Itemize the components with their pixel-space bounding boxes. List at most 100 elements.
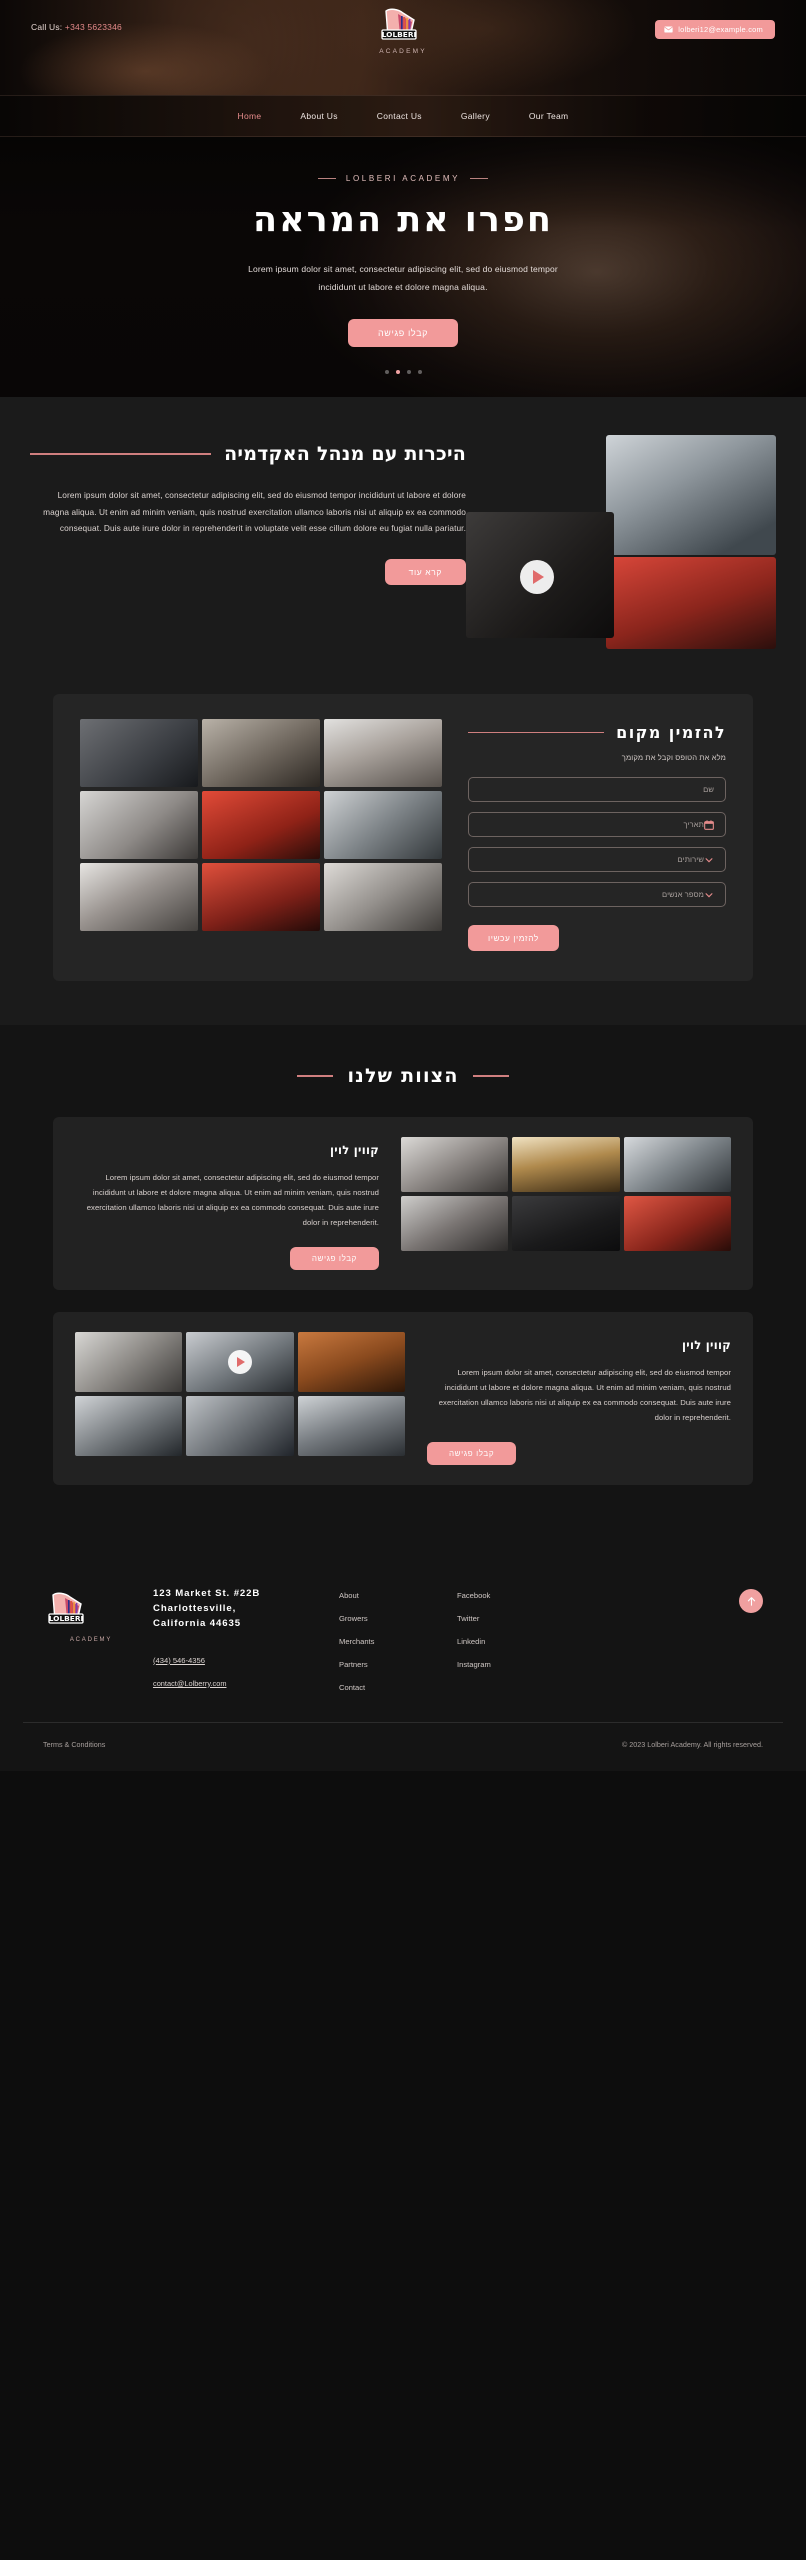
about-media-collage (466, 435, 776, 650)
booking-heading: להזמין מקום (616, 723, 726, 742)
main-nav-bar: Home About Us Contact Us Gallery Our Tea… (0, 95, 806, 137)
arrow-up-icon (747, 1596, 755, 1606)
team-member-gallery (75, 1332, 405, 1465)
team-gallery-image-4 (401, 1196, 509, 1251)
footer-social-facebook[interactable]: Facebook (457, 1591, 597, 1600)
heading-rule (30, 453, 212, 455)
gallery-image-6 (324, 791, 442, 859)
booking-subtitle: מלא את הטופס וקבל את מקומך (621, 753, 726, 762)
footer-link-growers[interactable]: Growers (339, 1614, 457, 1623)
gallery-image-3 (324, 719, 442, 787)
footer-link-contact[interactable]: Contact (339, 1683, 457, 1692)
booking-heading-row: להזמין מקום (468, 723, 726, 742)
play-icon[interactable] (520, 560, 554, 594)
call-us-label: Call Us: (31, 22, 63, 32)
play-icon[interactable] (227, 1350, 252, 1375)
hero-section: LOLBERI ACADEMY חפרו את המראה Lorem ipsu… (0, 137, 806, 397)
heading-rule (468, 731, 605, 734)
team-member-bio: Lorem ipsum dolor sit amet, consectetur … (438, 1368, 731, 1423)
footer-link-partners[interactable]: Partners (339, 1660, 457, 1669)
team-member-name: קווין לוין (682, 1338, 731, 1353)
about-image-1 (606, 435, 776, 555)
gallery-image-5 (202, 791, 320, 859)
chevron-down-icon (705, 892, 713, 897)
call-us-phone[interactable]: +343 5623346 (65, 22, 122, 32)
date-field[interactable]: תאריך (468, 812, 726, 837)
about-body-text: Lorem ipsum dolor sit amet, consectetur … (43, 490, 466, 534)
footer-links-column: About Growers Merchants Partners Contact (339, 1587, 457, 1692)
footer-logo[interactable]: LOLBERI ACADEMY (43, 1587, 139, 1692)
hero-eyebrow-text: LOLBERI ACADEMY (345, 174, 461, 183)
email-pill-text: lolberi12@example.com (678, 25, 763, 34)
party-size-select-placeholder: מספר אנשים (661, 890, 704, 899)
carousel-dot-1[interactable] (384, 370, 389, 374)
hero-title: חפרו את המראה (253, 200, 553, 240)
hero-subtitle: Lorem ipsum dolor sit amet, consectetur … (248, 264, 558, 292)
footer-link-about[interactable]: About (339, 1591, 457, 1600)
address-line-3: California 44635 (153, 1617, 241, 1629)
team-gallery-image-3 (297, 1332, 405, 1393)
email-pill[interactable]: lolberi12@example.com (655, 20, 775, 39)
call-us: Call Us: +343 5623346 (31, 22, 122, 32)
footer-link-merchants[interactable]: Merchants (339, 1637, 457, 1646)
about-read-more-button[interactable]: קרא עוד (384, 558, 466, 585)
nav-item-gallery[interactable]: Gallery (461, 111, 490, 121)
booking-submit-button[interactable]: להזמין עכשיו (468, 925, 559, 951)
barber-chair-logo-icon: LOLBERI (381, 8, 417, 40)
booking-panel: להזמין מקום מלא את הטופס וקבל את מקומך ש… (53, 694, 753, 981)
carousel-dot-4[interactable] (417, 370, 422, 374)
hero-eyebrow: LOLBERI ACADEMY (0, 174, 806, 183)
services-select-placeholder: שירותים (677, 855, 704, 864)
team-gallery-image-1 (75, 1332, 183, 1393)
about-image-2 (606, 557, 776, 649)
calendar-icon (704, 819, 714, 830)
footer-social-twitter[interactable]: Twitter (457, 1614, 597, 1623)
booking-gallery (80, 719, 442, 951)
party-size-select[interactable]: מספר אנשים (468, 882, 726, 907)
about-heading: היכרות עם מנהל האקדמיה (224, 443, 466, 465)
team-gallery-image-6 (297, 1396, 405, 1457)
nav-item-our-team[interactable]: Our Team (529, 111, 569, 121)
team-gallery-image-4 (75, 1396, 183, 1457)
footer-terms-link[interactable]: Terms & Conditions (43, 1740, 105, 1749)
gallery-image-2 (202, 719, 320, 787)
about-heading-row: היכרות עם מנהל האקדמיה (30, 443, 466, 465)
gallery-image-9 (324, 863, 442, 931)
nav-item-about-us[interactable]: About Us (300, 111, 337, 121)
dash-right-icon (470, 178, 489, 179)
carousel-dot-2[interactable] (395, 370, 400, 374)
svg-text:LOLBERI: LOLBERI (382, 30, 417, 39)
team-gallery-image-5 (512, 1196, 620, 1251)
footer-brand-tagline: ACADEMY (69, 1637, 113, 1644)
footer-social-linkedin[interactable]: Linkedin (457, 1637, 597, 1646)
footer-email-link[interactable]: contact@Lolberry.com (153, 1679, 339, 1688)
footer-phone-link[interactable]: (434) 546-4356 (153, 1656, 205, 1665)
team-member-cta-button[interactable]: קבלו פגישה (289, 1247, 379, 1271)
team-member-cta-button[interactable]: קבלו פגישה (427, 1442, 517, 1466)
team-gallery-video-thumbnail[interactable] (186, 1332, 294, 1393)
footer-social-column: Facebook Twitter Linkedin Instagram (457, 1587, 597, 1692)
gallery-image-8 (202, 863, 320, 931)
team-member-card: קווין לוין Lorem ipsum dolor sit amet, c… (53, 1117, 753, 1291)
dash-left-icon (317, 178, 336, 179)
top-bar: Call Us: +343 5623346 LOLBERI ACADEMY lo… (0, 0, 806, 95)
chevron-down-icon (705, 857, 713, 862)
team-gallery-image-1 (401, 1137, 509, 1192)
name-field[interactable]: שם (468, 777, 726, 802)
carousel-dot-3[interactable] (406, 370, 411, 374)
team-gallery-image-5 (186, 1396, 294, 1457)
team-gallery-image-2 (512, 1137, 620, 1192)
brand-logo[interactable]: LOLBERI ACADEMY (358, 7, 448, 55)
back-to-top-button[interactable] (739, 1589, 763, 1614)
team-member-card: קווין לוין Lorem ipsum dolor sit amet, c… (53, 1312, 753, 1486)
team-section: הצוות שלנו קווין לוין Lorem ipsum dolor … (0, 1025, 806, 1554)
hero-cta-button[interactable]: קבלו פגישה (347, 319, 459, 348)
nav-item-contact-us[interactable]: Contact Us (377, 111, 422, 121)
team-gallery-image-6 (623, 1196, 731, 1251)
nav-item-home[interactable]: Home (238, 111, 262, 121)
footer-social-instagram[interactable]: Instagram (457, 1660, 597, 1669)
envelope-icon (664, 26, 673, 33)
footer: LOLBERI ACADEMY 123 Market St. #22B Char… (0, 1553, 806, 1772)
booking-section: להזמין מקום מלא את הטופס וקבל את מקומך ש… (0, 694, 806, 1025)
services-select[interactable]: שירותים (468, 847, 726, 872)
